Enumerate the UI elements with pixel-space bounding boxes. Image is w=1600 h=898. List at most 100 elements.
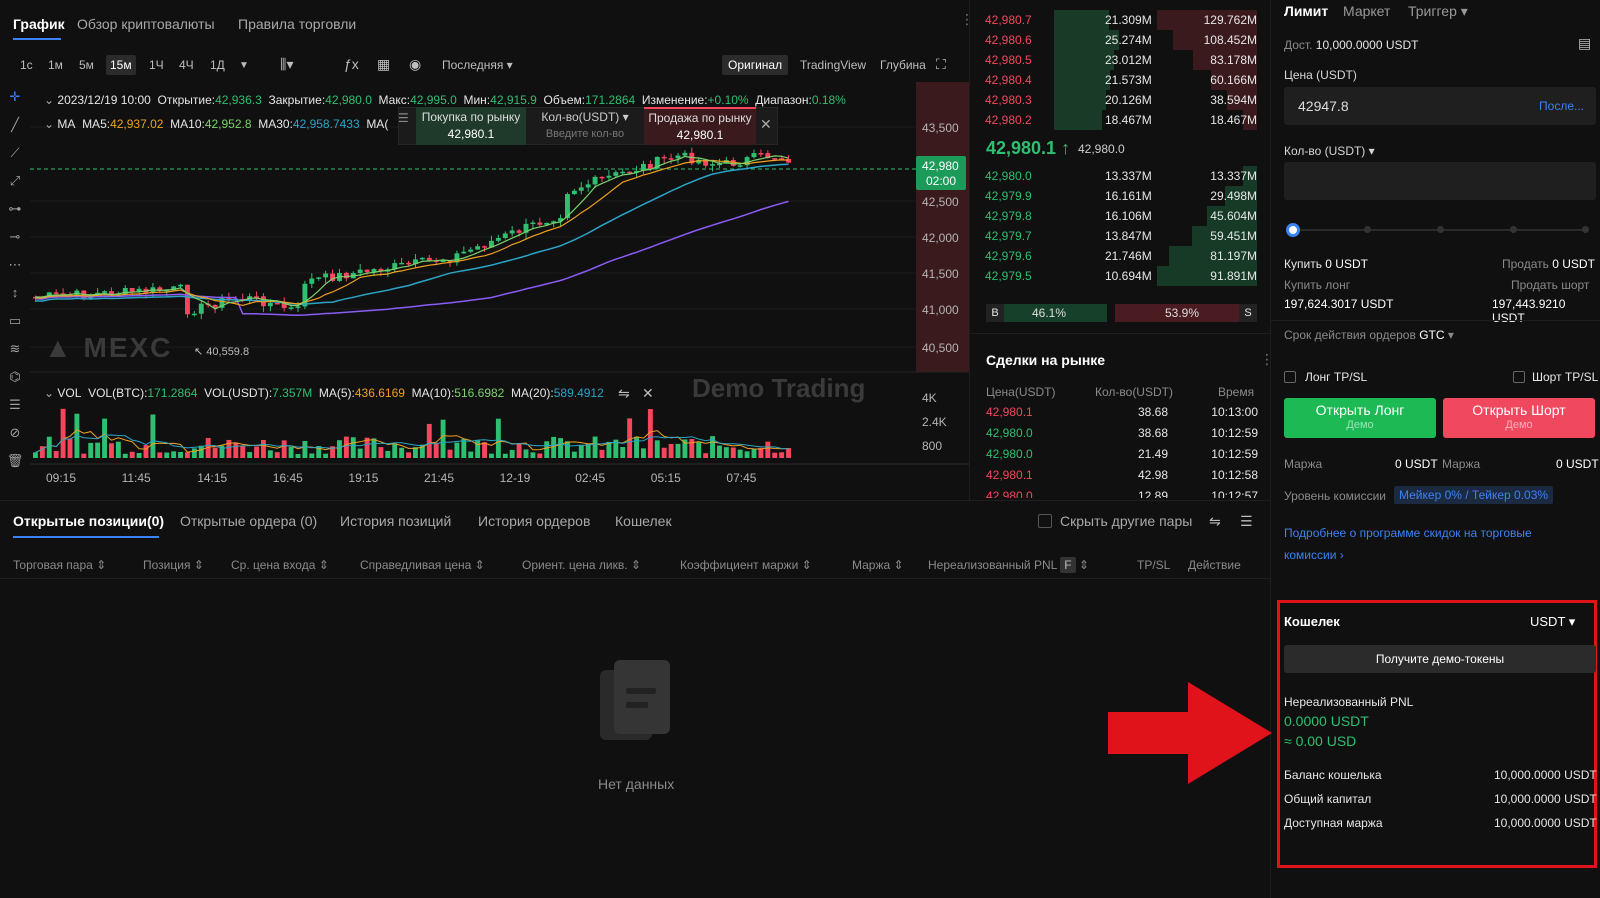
list-menu-icon[interactable]: ☰: [1240, 514, 1253, 528]
tab-open-positions[interactable]: Открытые позиции(0): [13, 513, 164, 529]
order-tab-trigger[interactable]: Триггер ▾: [1408, 3, 1468, 20]
vol-close-icon[interactable]: ✕: [642, 386, 654, 400]
fullscreen-icon[interactable]: ⛶: [936, 57, 946, 71]
quick-qty-field[interactable]: Кол-во(USDT) ▾ Введите кол-во: [530, 107, 640, 145]
tab-chart[interactable]: График: [13, 16, 65, 32]
parallel-channel-icon[interactable]: ⋯: [6, 256, 24, 274]
magnet-icon[interactable]: ⌬: [6, 368, 24, 386]
wallet-currency-select[interactable]: USDT ▾: [1530, 614, 1575, 630]
timeframe-dropdown-icon[interactable]: ▼: [239, 59, 249, 73]
open-short-button[interactable]: Открыть Шорт Демо: [1443, 398, 1595, 438]
view-original[interactable]: Оригинал: [722, 55, 789, 75]
bid-row[interactable]: 42,979.7 13.847M 59.451M: [985, 226, 1257, 246]
timeframe-1d[interactable]: 1Д: [206, 55, 229, 75]
slider-step[interactable]: [1437, 226, 1444, 233]
qty-slider-thumb[interactable]: [1286, 223, 1300, 237]
bid-row[interactable]: 42,979.5 10.694M 91.891M: [985, 266, 1257, 286]
trades-more-icon[interactable]: ⋮: [1260, 352, 1274, 366]
fibonacci-icon[interactable]: ≋: [6, 340, 24, 358]
indicator-fx-icon[interactable]: ƒx: [344, 57, 359, 71]
timeframe-1m[interactable]: 1м: [44, 55, 67, 75]
vol-settings-icon[interactable]: ⇋: [618, 386, 630, 400]
timeframe-15m[interactable]: 15м: [106, 55, 136, 75]
bid-row[interactable]: 42,979.9 16.161M 29.498M: [985, 186, 1257, 206]
tab-wallet[interactable]: Кошелек: [615, 513, 672, 529]
get-demo-tokens-button[interactable]: Получите демо-токены: [1284, 645, 1596, 673]
filter-settings-icon[interactable]: ⇋: [1209, 514, 1221, 528]
timeframe-1h[interactable]: 1Ч: [145, 55, 168, 75]
vol-ma20-label: MA(20):: [511, 386, 554, 400]
bid-row[interactable]: 42,980.0 13.337M 13.337M: [985, 166, 1257, 186]
qty-label[interactable]: Кол-во (USDT) ▾: [1284, 144, 1375, 158]
candle: [406, 262, 411, 265]
price-mode-button[interactable]: После...: [1539, 99, 1584, 113]
timeframe-5m[interactable]: 5м: [75, 55, 98, 75]
price-input[interactable]: 42947.8 После...: [1284, 87, 1596, 125]
camera-icon[interactable]: ◉: [409, 57, 421, 71]
ask-row[interactable]: 42,980.7 21.309M 129.762M: [985, 10, 1257, 30]
ask-row[interactable]: 42,980.2 18.467M 18.467M: [985, 110, 1257, 130]
ask-row[interactable]: 42,980.3 20.126M 38.594M: [985, 90, 1257, 110]
ask-row[interactable]: 42,980.4 21.573M 60.166M: [985, 70, 1257, 90]
fee-discount-link[interactable]: Подробнее о программе скидок на торговые…: [1284, 522, 1594, 566]
horizontal-ray-icon[interactable]: ⊸: [6, 228, 24, 246]
ray-icon[interactable]: ⟋: [6, 144, 24, 162]
market-buy-button[interactable]: Покупка по рынку 42,980.1: [416, 107, 526, 145]
crosshair-icon[interactable]: ✛: [6, 88, 24, 106]
volume-bar: [371, 438, 377, 458]
tab-order-history[interactable]: История ордеров: [478, 513, 590, 529]
bid-row[interactable]: 42,979.6 21.746M 81.197M: [985, 246, 1257, 266]
tab-position-history[interactable]: История позиций: [340, 513, 451, 529]
col-trading-pair[interactable]: Торговая пара ⇕: [13, 558, 106, 572]
col-fair-price[interactable]: Справедливая цена ⇕: [360, 558, 485, 572]
col-margin-ratio[interactable]: Коэффициент маржи ⇕: [680, 558, 812, 572]
layers-icon[interactable]: ☰: [6, 396, 24, 414]
slider-step[interactable]: [1364, 226, 1371, 233]
layout-grid-icon[interactable]: ▦: [377, 57, 390, 71]
volume-bar: [578, 444, 584, 458]
qty-input[interactable]: [1284, 162, 1596, 200]
col-position[interactable]: Позиция ⇕: [143, 558, 204, 572]
ask-qty-bar: [1054, 90, 1106, 110]
wallet-pnl-label: Нереализованный PNL: [1284, 695, 1414, 709]
hide-drawings-icon[interactable]: ⊘: [6, 424, 24, 442]
col-avg-entry[interactable]: Ср. цена входа ⇕: [231, 558, 329, 572]
price-type-select[interactable]: Последняя ▾: [438, 55, 517, 75]
timeframe-1s[interactable]: 1с: [16, 55, 37, 75]
vertical-line-icon[interactable]: ↕: [6, 284, 24, 302]
calculator-icon[interactable]: ▤: [1578, 36, 1591, 50]
long-tpsl-checkbox[interactable]: [1284, 371, 1296, 383]
market-sell-button[interactable]: Продажа по рынку 42,980.1: [644, 107, 756, 145]
col-margin[interactable]: Маржа ⇕: [852, 558, 904, 572]
bid-row[interactable]: 42,979.8 16.106M 45.604M: [985, 206, 1257, 226]
slider-step[interactable]: [1582, 226, 1589, 233]
tif-select[interactable]: Срок действия ордеров GTC ▾: [1284, 328, 1454, 342]
order-tab-limit[interactable]: Лимит: [1284, 3, 1328, 19]
view-depth[interactable]: Глубина: [876, 55, 930, 75]
ask-row[interactable]: 42,980.6 25.274M 108.452M: [985, 30, 1257, 50]
short-tpsl-checkbox[interactable]: [1513, 371, 1525, 383]
col-unrealized-pnl[interactable]: Нереализованный PNL F ⇕: [928, 557, 1089, 573]
hide-pairs-checkbox[interactable]: [1038, 514, 1052, 528]
extended-line-icon[interactable]: ⤢: [6, 172, 24, 190]
tab-crypto-overview[interactable]: Обзор криптовалюты: [77, 16, 215, 32]
ask-row[interactable]: 42,980.5 23.012M 83.178M: [985, 50, 1257, 70]
fee-level-badge[interactable]: Мейкер 0% / Тейкер 0.03%: [1394, 486, 1554, 504]
horizontal-line-icon[interactable]: ⊶: [6, 200, 24, 218]
view-tradingview[interactable]: TradingView: [796, 55, 870, 75]
candle-type-icon[interactable]: ⫼▾: [280, 57, 293, 71]
slider-step[interactable]: [1510, 226, 1517, 233]
ruler-icon[interactable]: ▭: [6, 312, 24, 330]
trash-icon[interactable]: 🗑: [6, 452, 24, 470]
ohlc-change-label: Изменение:: [641, 93, 708, 107]
timeframe-4h[interactable]: 4Ч: [175, 55, 198, 75]
drag-handle-icon[interactable]: ☰: [398, 111, 414, 125]
close-quick-trade-icon[interactable]: ✕: [760, 116, 772, 133]
more-vertical-icon[interactable]: ⋮: [960, 12, 974, 26]
order-tab-market[interactable]: Маркет: [1343, 3, 1390, 19]
tab-trading-rules[interactable]: Правила торговли: [238, 16, 356, 32]
tab-open-orders[interactable]: Открытые ордера (0): [180, 513, 317, 529]
col-liq-price[interactable]: Ориент. цена ликв. ⇕: [522, 558, 641, 572]
trendline-icon[interactable]: ╱: [6, 116, 24, 134]
open-long-button[interactable]: Открыть Лонг Демо: [1284, 398, 1436, 438]
